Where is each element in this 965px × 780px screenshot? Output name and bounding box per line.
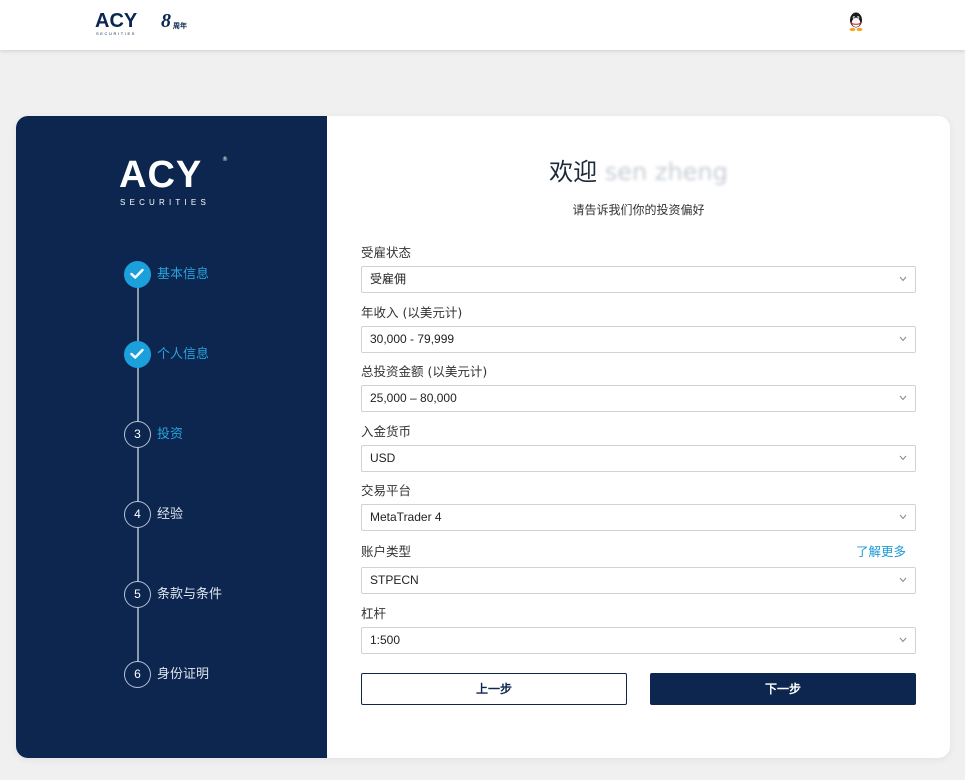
step-basic-info: 基本信息 [124,261,324,289]
step-label: 基本信息 [157,267,210,282]
select-value: STPECN [370,573,419,587]
logo-text: ACY [95,10,138,32]
leverage-label: 杠杆 [361,606,387,621]
deposit-currency-label: 入金货币 [361,424,412,439]
previous-step-button[interactable]: 上一步 [361,673,627,705]
employment-status-select[interactable]: 受雇佣 [361,266,916,293]
top-header: ACY SECURITIES 8 周年 [0,0,965,50]
form-subtitle: 请告诉我们你的投资偏好 [572,203,705,217]
next-step-button[interactable]: 下一步 [650,673,916,705]
step-label: 条款与条件 [157,587,223,602]
user-name: sen zheng [604,158,728,186]
annual-income-select[interactable]: 30,000 - 79,999 [361,326,916,353]
chevron-down-icon [899,336,907,342]
step-investment: 3 投资 [124,421,324,449]
qq-penguin-icon[interactable] [846,11,866,33]
check-circle-icon [124,261,151,288]
chevron-down-icon [899,514,907,520]
step-label: 身份证明 [157,667,210,682]
anniversary-text: 周年 [173,22,187,30]
trading-platform-select[interactable]: MetaTrader 4 [361,504,916,531]
chevron-down-icon [899,395,907,401]
deposit-currency-select[interactable]: USD [361,445,916,472]
step-label: 投资 [157,427,184,442]
step-personal-info: 个人信息 [124,341,324,369]
step-experience: 4 经验 [124,501,324,529]
step-number: 6 [124,661,151,688]
steps-connector-line [137,274,139,674]
step-number: 4 [124,501,151,528]
registration-card: ACY ® SECURITIES 基本信息 个人信息 3 投资 4 经验 5 条… [16,116,950,758]
step-terms: 5 条款与条件 [124,581,324,609]
chevron-down-icon [899,276,907,282]
total-investment-select[interactable]: 25,000 – 80,000 [361,385,916,412]
step-number: 3 [124,421,151,448]
select-value: 30,000 - 79,999 [370,332,455,346]
welcome-title: 欢迎 sen zheng [327,156,950,188]
anniversary-number: 8 [161,10,171,32]
sidebar-logo-text: ACY [119,154,203,196]
select-value: 1:500 [370,633,401,647]
trading-platform-label: 交易平台 [361,483,412,498]
total-investment-label: 总投资金额 (以美元计) [361,364,488,379]
select-value: 25,000 – 80,000 [370,391,457,405]
select-value: USD [370,451,396,465]
chevron-down-icon [899,637,907,643]
check-circle-icon [124,341,151,368]
acy-logo[interactable]: ACY SECURITIES 8 周年 [95,11,195,39]
investment-form: 欢迎 sen zheng 请告诉我们你的投资偏好 受雇状态 受雇佣 年收入 (以… [327,116,950,758]
registered-mark: ® [222,156,228,163]
chevron-down-icon [899,455,907,461]
step-identity: 6 身份证明 [124,661,324,689]
annual-income-label: 年收入 (以美元计) [361,305,463,320]
sidebar-logo: ACY ® SECURITIES [119,156,229,208]
logo-subtext: SECURITIES [96,31,137,36]
select-value: MetaTrader 4 [370,510,442,524]
welcome-prefix: 欢迎 [549,158,598,186]
sidebar-logo-subtext: SECURITIES [120,198,211,207]
step-label: 经验 [157,507,184,522]
leverage-select[interactable]: 1:500 [361,627,916,654]
learn-more-link[interactable]: 了解更多 [856,544,906,560]
select-value: 受雇佣 [370,272,407,286]
steps-sidebar: ACY ® SECURITIES 基本信息 个人信息 3 投资 4 经验 5 条… [16,116,327,758]
step-number: 5 [124,581,151,608]
account-type-select[interactable]: STPECN [361,567,916,594]
account-type-label: 账户类型 [361,544,412,559]
step-label: 个人信息 [157,347,210,362]
employment-status-label: 受雇状态 [361,245,412,260]
chevron-down-icon [899,577,907,583]
